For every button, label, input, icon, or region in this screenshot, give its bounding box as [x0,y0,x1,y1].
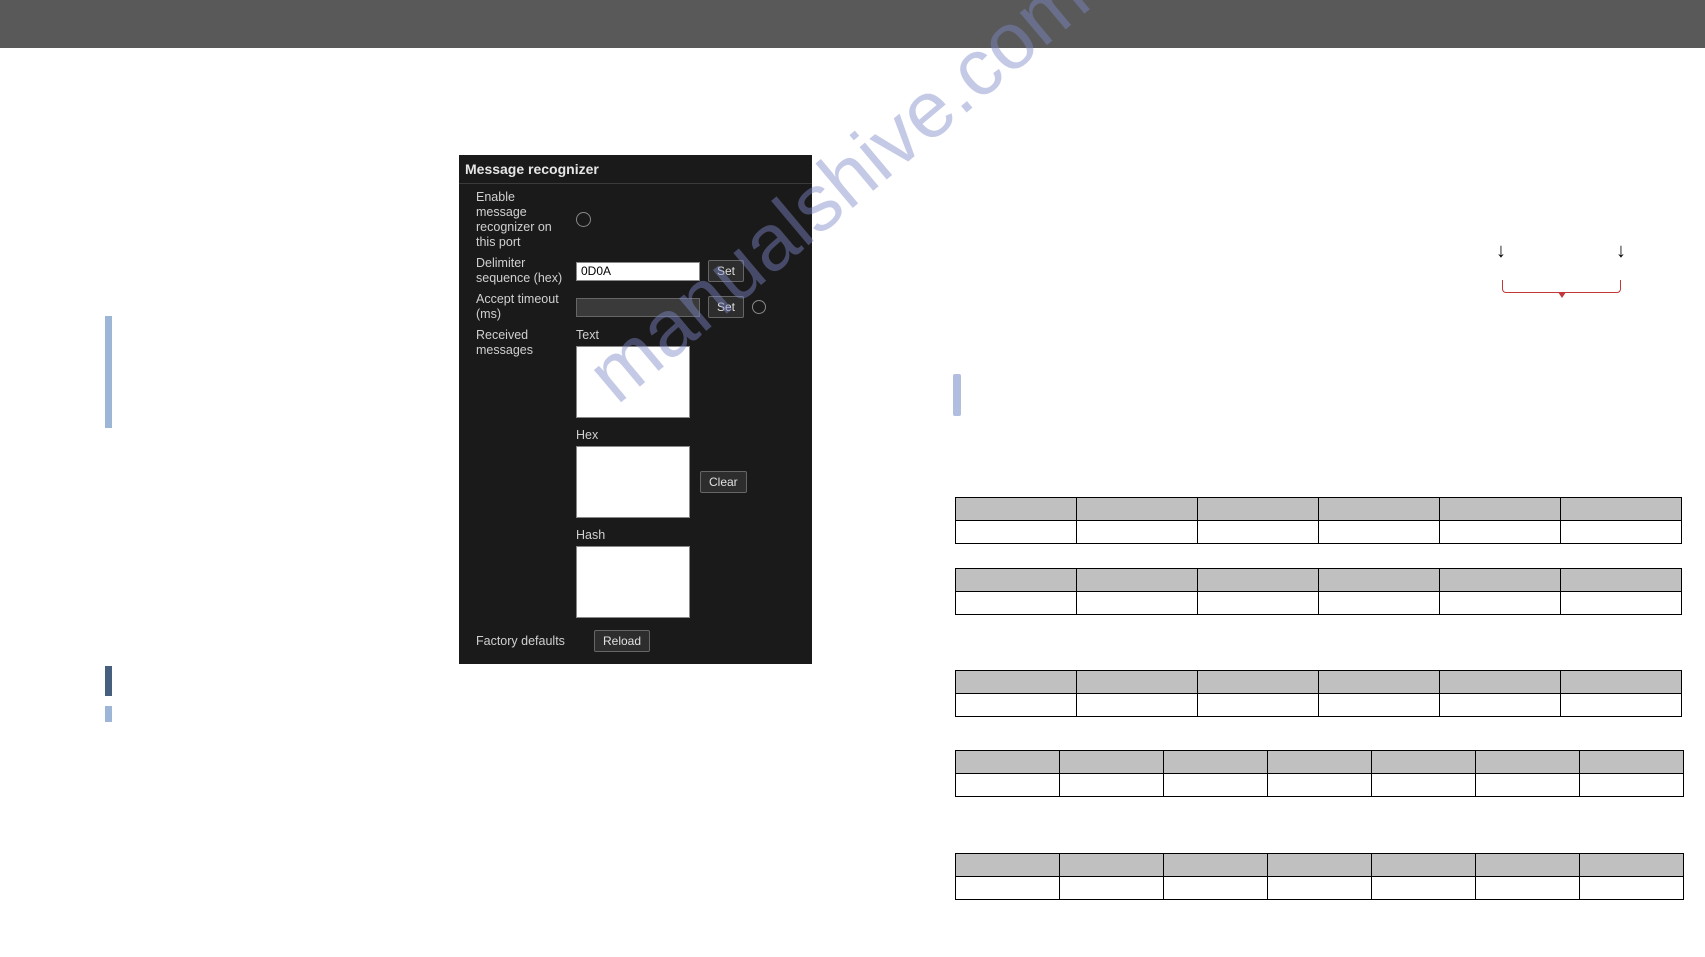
enable-row: Enable message recognizer on this port [476,190,802,250]
hex-label: Hex [576,428,747,442]
table-row [956,671,1682,694]
delimiter-label: Delimiter sequence (hex) [476,256,568,286]
timeout-help-icon[interactable] [752,300,766,314]
delimiter-set-button[interactable]: Set [708,260,744,282]
timeout-set-button[interactable]: Set [708,296,744,318]
hash-output [576,546,690,618]
left-marker-1 [105,316,112,428]
hex-output [576,446,690,518]
enable-label: Enable message recognizer on this port [476,190,568,250]
table-row [956,877,1684,900]
table-3 [955,670,1682,717]
table-2 [955,568,1682,615]
delimiter-input[interactable] [576,262,700,281]
table-row [956,521,1682,544]
factory-row: Factory defaults Reload [476,630,802,652]
panel-title: Message recognizer [459,155,812,184]
bracket-icon [1502,280,1621,293]
table-1 [955,497,1682,544]
table-5 [955,853,1684,900]
received-label: Received messages [476,328,568,618]
delimiter-row: Delimiter sequence (hex) Set [476,256,802,286]
timeout-row: Accept timeout (ms) Set [476,292,802,322]
timeout-input[interactable] [576,298,700,317]
timeout-label: Accept timeout (ms) [476,292,568,322]
table-row [956,751,1684,774]
text-output [576,346,690,418]
reload-button[interactable]: Reload [594,630,650,652]
table-row [956,694,1682,717]
text-label: Text [576,328,747,342]
factory-label: Factory defaults [476,634,586,649]
table-row [956,774,1684,797]
table-row [956,854,1684,877]
table-row [956,592,1682,615]
hash-label: Hash [576,528,747,542]
left-marker-2 [105,666,112,696]
watermark-stub [953,374,961,416]
arrow-down-icon: ↓ [1496,240,1506,263]
table-row [956,498,1682,521]
arrow-down-icon: ↓ [1616,240,1626,263]
enable-radio[interactable] [576,212,591,227]
table-row [956,569,1682,592]
table-4 [955,750,1684,797]
message-recognizer-panel: Message recognizer Enable message recogn… [459,155,812,664]
clear-button[interactable]: Clear [700,471,747,493]
top-bar [0,0,1705,48]
received-block: Received messages Text Hex Clear Hash [476,328,802,618]
left-marker-3 [105,706,112,722]
